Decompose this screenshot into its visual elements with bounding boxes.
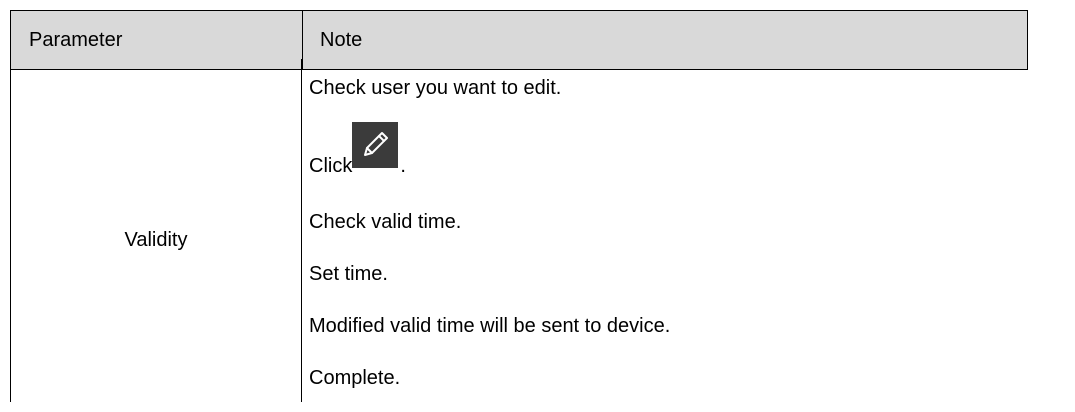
column-divider <box>302 11 303 69</box>
note-step-2-text: Click <box>309 155 353 177</box>
parameter-cell-validity: Validity <box>11 59 301 402</box>
edit-pencil-icon <box>352 122 399 168</box>
parameter-label: Validity <box>124 229 188 251</box>
note-step-5: Modified valid time will be sent to devi… <box>309 315 671 337</box>
note-step-1: Check user you want to edit. <box>309 77 562 99</box>
note-step-3: Check valid time. <box>309 211 462 233</box>
note-step-4: Set time. <box>309 263 388 285</box>
table-column-divider <box>301 59 302 402</box>
note-step-2-period: . <box>400 155 406 177</box>
header-note: Note <box>320 29 363 51</box>
note-step-2: Click . <box>309 118 406 177</box>
note-step-6: Complete. <box>309 367 401 389</box>
